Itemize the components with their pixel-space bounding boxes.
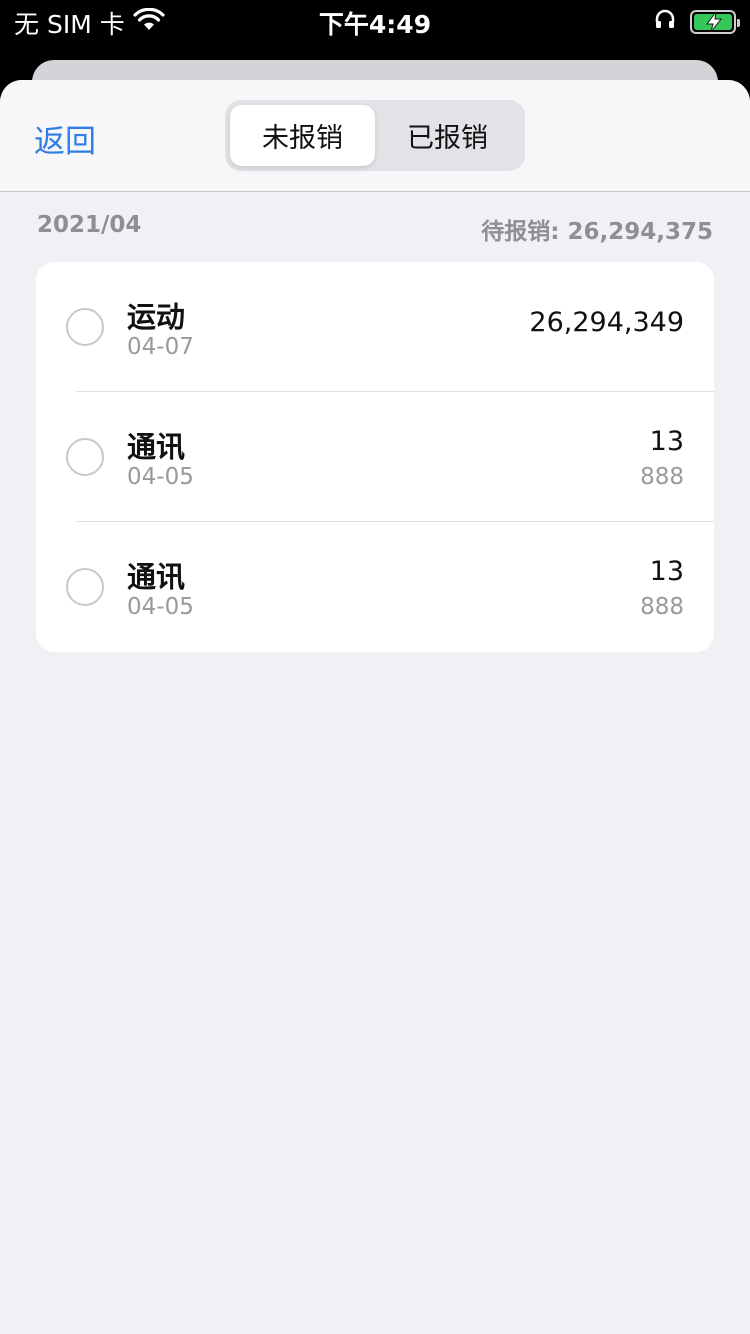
select-radio[interactable]: [66, 568, 104, 606]
item-note: 888: [640, 594, 684, 620]
summary-header: 2021/04 待报销: 26,294,375: [0, 212, 750, 246]
period-label: 2021/04: [37, 212, 142, 238]
list-item[interactable]: 通讯 04-05 13 888: [36, 522, 714, 652]
battery-fill: [694, 11, 732, 32]
item-amount: 26,294,349: [529, 307, 684, 338]
item-category: 通讯: [127, 430, 186, 464]
segment-unreimbursed[interactable]: 未报销: [230, 105, 375, 166]
select-radio[interactable]: [66, 438, 104, 476]
item-note: 888: [640, 464, 684, 490]
charging-bolt-icon: [706, 11, 723, 32]
headphones-icon: [654, 7, 676, 36]
list-item[interactable]: 运动 04-07 26,294,349: [36, 262, 714, 392]
item-date: 04-07: [127, 334, 194, 360]
item-date: 04-05: [127, 594, 194, 620]
list-item[interactable]: 通讯 04-05 13 888: [36, 392, 714, 522]
item-date: 04-05: [127, 464, 194, 490]
item-amount: 13: [649, 426, 684, 457]
navigation-bar: 返回 未报销 已报销: [0, 80, 750, 192]
pending-total: 待报销: 26,294,375: [481, 219, 713, 245]
back-button[interactable]: 返回: [34, 116, 96, 161]
expense-list: 运动 04-07 26,294,349 通讯 04-05 13 888 通讯 0…: [36, 262, 714, 652]
reimbursement-segmented-control: 未报销 已报销: [225, 100, 525, 171]
battery-icon: [690, 9, 740, 34]
status-time: 下午4:49: [318, 10, 432, 39]
item-amount: 13: [649, 556, 684, 587]
status-right: [654, 7, 740, 36]
segment-reimbursed[interactable]: 已报销: [375, 105, 520, 166]
select-radio[interactable]: [66, 308, 104, 346]
expense-sheet: 返回 未报销 已报销 2021/04 待报销: 26,294,375 运动 04…: [0, 80, 750, 1334]
item-category: 通讯: [127, 560, 186, 594]
item-category: 运动: [127, 300, 186, 334]
status-bar: 无 SIM 卡 下午4:49: [0, 0, 750, 44]
